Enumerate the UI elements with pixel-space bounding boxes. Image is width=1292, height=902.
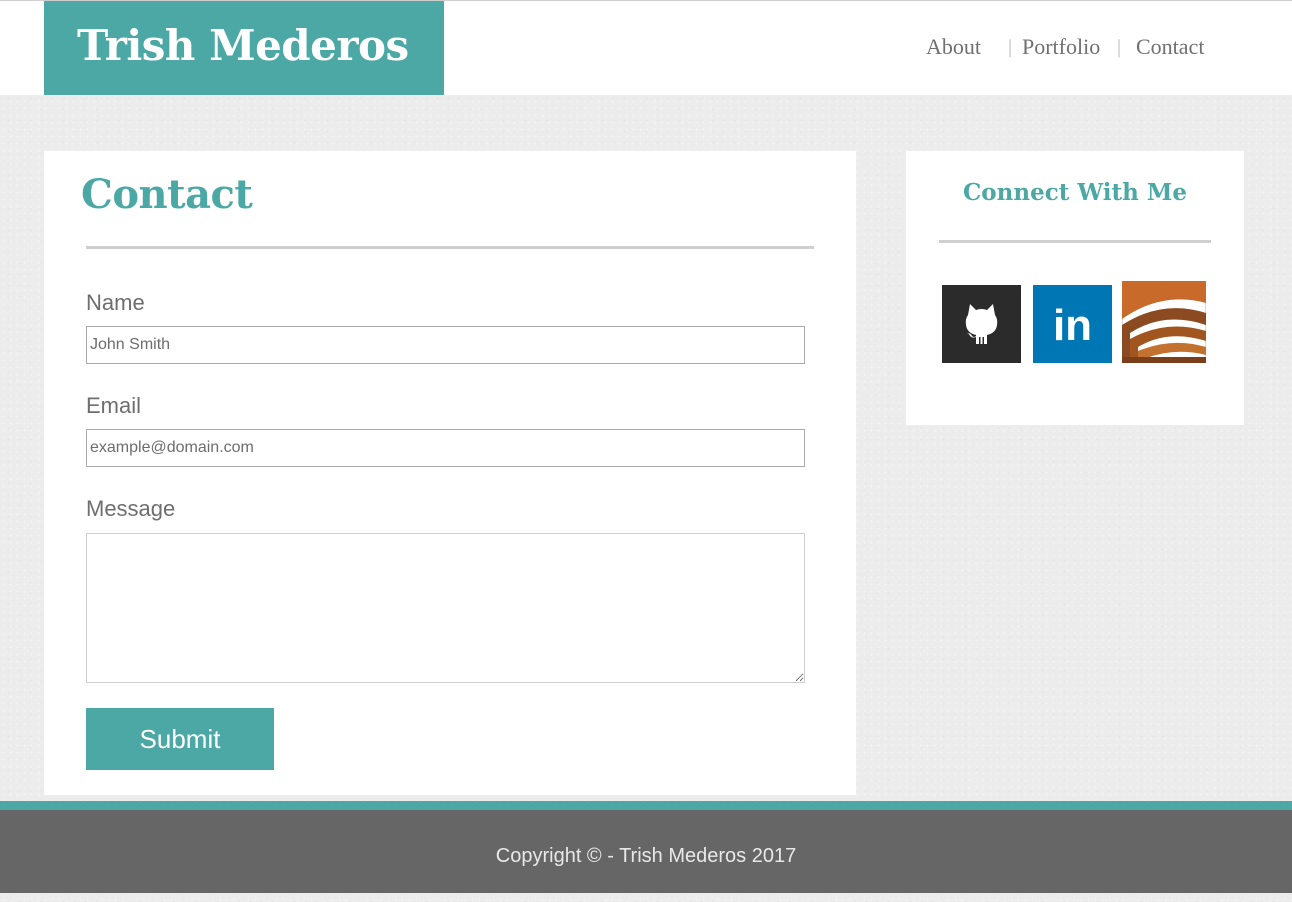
copyright-text: Copyright © - Trish Mederos 2017 [495,845,797,867]
email-field[interactable] [86,429,805,467]
message-field[interactable] [86,533,805,683]
nav-separator: | [1117,36,1122,58]
stackoverflow-link[interactable] [1122,281,1206,363]
site-header: Trish Mederos About | Portfolio | Contac… [0,0,1292,95]
name-field[interactable] [86,326,805,364]
email-label: Email [86,393,142,418]
page-title: Contact [81,171,253,218]
nav-about[interactable]: About [926,34,981,60]
stackoverflow-icon [1122,281,1206,363]
site-brand[interactable]: Trish Mederos [44,1,444,95]
connect-card: Connect With Me in [906,151,1244,425]
connect-title: Connect With Me [963,179,1187,206]
nav-separator: | [1008,36,1013,58]
nav-portfolio[interactable]: Portfolio [1022,34,1100,60]
linkedin-link[interactable]: in [1033,285,1112,363]
title-divider [86,246,814,249]
footer-accent-stripe [0,801,1292,810]
github-link[interactable] [942,285,1021,363]
submit-button[interactable]: Submit [86,708,274,770]
linkedin-glyph: in [1053,301,1092,350]
contact-card: Contact Name Email Message Submit [44,151,856,795]
site-footer: Copyright © - Trish Mederos 2017 [0,810,1292,893]
linkedin-icon: in [1033,285,1112,363]
name-label: Name [86,290,145,315]
message-label: Message [86,496,176,521]
github-icon [942,285,1021,363]
nav-contact[interactable]: Contact [1136,34,1204,60]
connect-divider [939,240,1211,243]
main-nav: About | Portfolio | Contact [892,31,1212,65]
